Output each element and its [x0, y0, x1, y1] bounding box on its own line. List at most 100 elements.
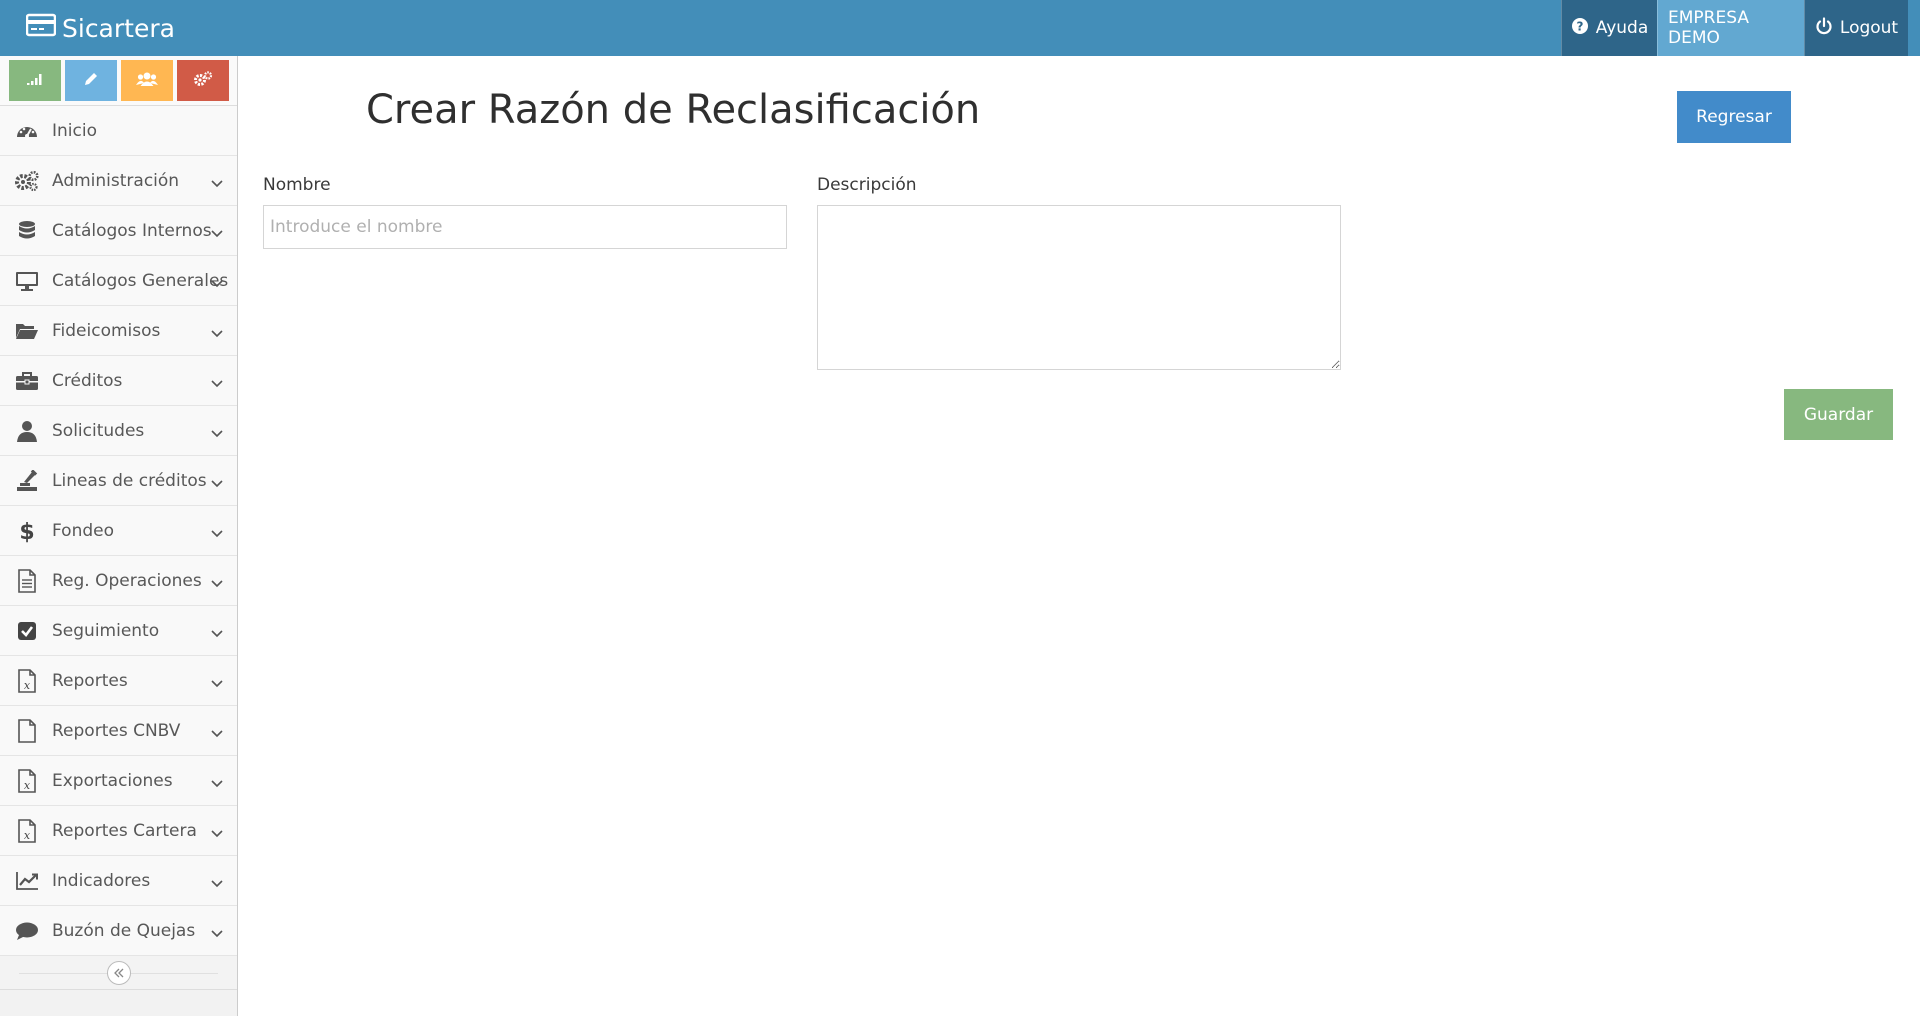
- user-icon: [14, 418, 40, 444]
- sidebar-item-label: Indicadores: [52, 870, 151, 891]
- sidebar-item-catalogos-internos[interactable]: Catálogos Internos: [0, 206, 237, 256]
- back-button[interactable]: Regresar: [1677, 91, 1791, 143]
- chevron-down-icon: [211, 823, 223, 842]
- chevron-down-icon: [211, 773, 223, 792]
- sidebar-item-reportes-cnbv[interactable]: Reportes CNBV: [0, 706, 237, 756]
- sidebar-item-label: Reportes CNBV: [52, 720, 181, 741]
- sidebar-item-label: Inicio: [52, 120, 97, 141]
- sidebar-item-label: Créditos: [52, 370, 123, 391]
- sidebar-shortcuts: [0, 56, 237, 106]
- chevron-down-icon: [211, 923, 223, 942]
- users-icon: [136, 71, 158, 90]
- chevron-down-icon: [211, 523, 223, 542]
- desktop-icon: [14, 268, 40, 294]
- svg-text:x: x: [24, 779, 31, 792]
- chevron-down-icon: [211, 273, 223, 292]
- sidebar-collapse-button[interactable]: [106, 960, 131, 985]
- sidebar-collapse-bar: [0, 956, 237, 990]
- file-excel-icon: x: [14, 668, 40, 694]
- sidebar-item-label: Seguimiento: [52, 620, 160, 641]
- cogs-icon: [14, 168, 40, 194]
- comment-icon: [14, 918, 40, 944]
- sidebar-item-reg-operaciones[interactable]: Reg. Operaciones: [0, 556, 237, 606]
- sidebar-item-lineas-de-creditos[interactable]: Lineas de créditos: [0, 456, 237, 506]
- dashboard-icon: [14, 118, 40, 144]
- logout-button[interactable]: Logout: [1804, 0, 1908, 56]
- chevron-down-icon: [211, 623, 223, 642]
- nombre-input[interactable]: [263, 205, 787, 249]
- chevron-down-icon: [211, 873, 223, 892]
- file-excel-icon: x: [14, 768, 40, 794]
- chevron-down-icon: [211, 323, 223, 342]
- sidebar-item-solicitudes[interactable]: Solicitudes: [0, 406, 237, 456]
- sidebar-item-label: Fondeo: [52, 520, 114, 541]
- sidebar-item-label: Fideicomisos: [52, 320, 161, 341]
- chevron-down-icon: [211, 423, 223, 442]
- sidebar-item-administracion[interactable]: Administración: [0, 156, 237, 206]
- hand-holding-icon: [14, 468, 40, 494]
- sidebar-item-label: Catálogos Internos: [52, 220, 212, 241]
- svg-text:$: $: [19, 520, 34, 543]
- descripcion-textarea[interactable]: [817, 205, 1341, 370]
- sidebar-item-fideicomisos[interactable]: Fideicomisos: [0, 306, 237, 356]
- file-text-icon: [14, 568, 40, 594]
- line-chart-icon: [14, 868, 40, 894]
- page-title: Crear Razón de Reclasificación: [366, 87, 981, 133]
- sidebar: Inicio Administración Catálogos Internos Ca…: [0, 56, 238, 1016]
- save-button[interactable]: Guardar: [1784, 389, 1893, 440]
- sidebar-item-label: Administración: [52, 170, 180, 191]
- chevron-down-icon: [211, 573, 223, 592]
- shortcut-pencil-button[interactable]: [65, 60, 117, 101]
- chevron-down-icon: [211, 223, 223, 242]
- database-icon: [14, 218, 40, 244]
- cogs-icon: [193, 71, 213, 90]
- sidebar-item-label: Reportes: [52, 670, 128, 691]
- sidebar-item-exportaciones[interactable]: x Exportaciones: [0, 756, 237, 806]
- file-excel-icon: x: [14, 818, 40, 844]
- brand-name: Sicartera: [62, 13, 175, 43]
- shortcut-users-button[interactable]: [121, 60, 173, 101]
- svg-text:?: ?: [1576, 19, 1583, 33]
- pencil-icon: [82, 70, 100, 91]
- descripcion-label: Descripción: [817, 175, 917, 195]
- nombre-label: Nombre: [263, 175, 331, 195]
- chevron-down-icon: [211, 723, 223, 742]
- sidebar-item-catalogos-generales[interactable]: Catálogos Generales: [0, 256, 237, 306]
- sidebar-item-fondeo[interactable]: $ Fondeo: [0, 506, 237, 556]
- chevron-down-icon: [211, 673, 223, 692]
- question-circle-icon: ?: [1571, 17, 1596, 40]
- credit-card-icon: [25, 13, 62, 43]
- chevron-down-icon: [211, 373, 223, 392]
- main-content: Crear Razón de Reclasificación Regresar …: [239, 56, 1920, 1016]
- sidebar-item-seguimiento[interactable]: Seguimiento: [0, 606, 237, 656]
- sidebar-item-label: Buzón de Quejas: [52, 920, 196, 941]
- chevron-down-icon: [211, 473, 223, 492]
- logout-label: Logout: [1839, 18, 1899, 38]
- shortcut-cogs-button[interactable]: [177, 60, 229, 101]
- help-button[interactable]: ? Ayuda: [1561, 0, 1657, 56]
- company-button[interactable]: EMPRESA DEMO: [1657, 0, 1804, 56]
- chevron-down-icon: [211, 173, 223, 192]
- briefcase-icon: [14, 368, 40, 394]
- brand[interactable]: Sicartera: [0, 0, 175, 56]
- svg-text:x: x: [24, 679, 31, 692]
- top-navbar: Sicartera ? Ayuda EMPRESA DEMO Logout: [0, 0, 1920, 56]
- sidebar-item-reportes-cartera[interactable]: x Reportes Cartera: [0, 806, 237, 856]
- sidebar-item-indicadores[interactable]: Indicadores: [0, 856, 237, 906]
- file-icon: [14, 718, 40, 744]
- sidebar-item-creditos[interactable]: Créditos: [0, 356, 237, 406]
- company-label: EMPRESA DEMO: [1668, 8, 1749, 48]
- sidebar-menu: Inicio Administración Catálogos Internos Ca…: [0, 106, 237, 956]
- sidebar-item-label: Solicitudes: [52, 420, 145, 441]
- navbar-right: ? Ayuda EMPRESA DEMO Logout: [1561, 0, 1908, 56]
- sidebar-item-label: Lineas de créditos: [52, 470, 207, 491]
- sidebar-item-label: Reportes Cartera: [52, 820, 197, 841]
- check-square-icon: [14, 618, 40, 644]
- shortcut-signal-button[interactable]: [9, 60, 61, 101]
- sidebar-item-label: Reg. Operaciones: [52, 570, 202, 591]
- sidebar-item-label: Catálogos Generales: [52, 270, 229, 291]
- signal-icon: [26, 72, 44, 89]
- sidebar-item-buzon-de-quejas[interactable]: Buzón de Quejas: [0, 906, 237, 956]
- sidebar-item-inicio[interactable]: Inicio: [0, 106, 237, 156]
- sidebar-item-reportes[interactable]: x Reportes: [0, 656, 237, 706]
